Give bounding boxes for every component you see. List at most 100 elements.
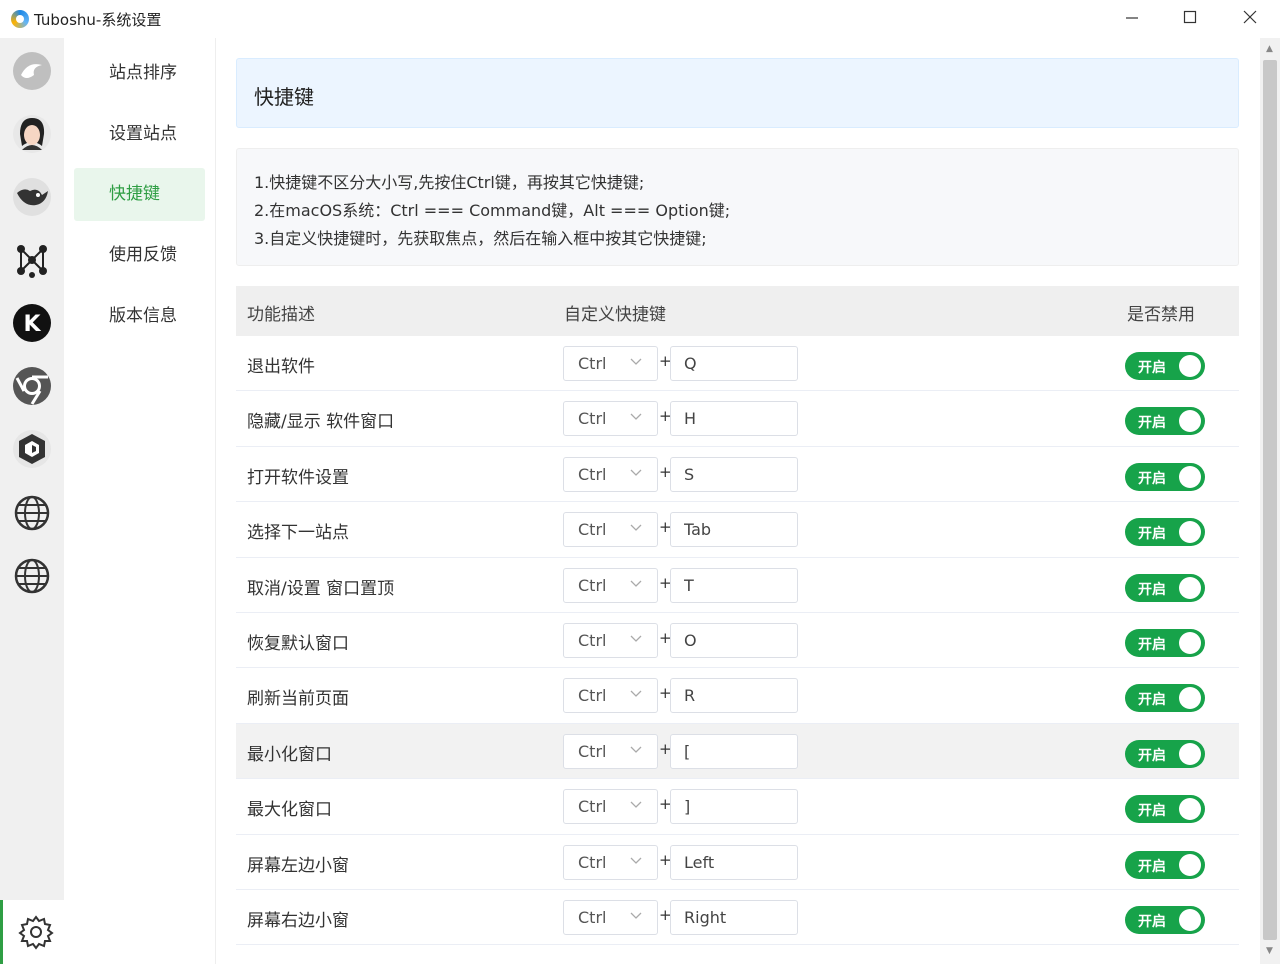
switch-label: 开启 bbox=[1138, 360, 1166, 376]
shortcut-description: 屏幕右边小窗 bbox=[247, 910, 349, 931]
app-logo-icon bbox=[11, 10, 29, 28]
chevron-down-icon bbox=[630, 854, 642, 869]
cube-site-icon[interactable] bbox=[12, 429, 52, 469]
enable-switch[interactable]: 开启 bbox=[1125, 628, 1205, 657]
tip-line: 3.自定义快捷键时，先获取焦点，然后在输入框中按其它快捷键; bbox=[254, 229, 707, 248]
chrome-site-icon[interactable] bbox=[12, 366, 52, 406]
shortcut-key-input[interactable] bbox=[670, 567, 798, 603]
main-content: 快捷键 1.快捷键不区分大小写,先按住Ctrl键，再按其它快捷键; 2.在mac… bbox=[216, 38, 1260, 964]
globe-site-icon[interactable] bbox=[12, 493, 52, 533]
gear-icon bbox=[18, 915, 54, 950]
shortcut-description: 取消/设置 窗口置顶 bbox=[247, 578, 395, 599]
modifier-value: Ctrl bbox=[578, 630, 607, 650]
settings-button[interactable] bbox=[0, 900, 64, 964]
shortcut-description: 屏幕左边小窗 bbox=[247, 855, 349, 876]
globe-site-icon-2[interactable] bbox=[12, 556, 52, 596]
switch-knob bbox=[1179, 410, 1201, 433]
modifier-select[interactable]: Ctrl bbox=[563, 678, 658, 714]
switch-knob bbox=[1179, 576, 1201, 599]
modifier-select[interactable]: Ctrl bbox=[563, 899, 658, 935]
shortcut-key-input[interactable] bbox=[670, 512, 798, 548]
modifier-select[interactable]: Ctrl bbox=[563, 567, 658, 603]
enable-switch[interactable]: 开启 bbox=[1125, 462, 1205, 491]
modifier-value: Ctrl bbox=[578, 686, 607, 706]
menu-item-feedback[interactable]: 使用反馈 bbox=[74, 229, 205, 282]
chevron-down-icon bbox=[630, 577, 642, 592]
enable-switch[interactable]: 开启 bbox=[1125, 573, 1205, 602]
shortcut-description: 打开软件设置 bbox=[247, 467, 349, 488]
scroll-thumb[interactable] bbox=[1263, 60, 1277, 940]
modifier-value: Ctrl bbox=[578, 520, 607, 540]
network-site-icon[interactable] bbox=[12, 240, 52, 280]
modifier-select[interactable]: Ctrl bbox=[563, 844, 658, 880]
header-desc: 功能描述 bbox=[247, 305, 315, 325]
enable-switch[interactable]: 开启 bbox=[1125, 407, 1205, 436]
table-row: 屏幕左边小窗 Ctrl + 开启 bbox=[236, 834, 1239, 890]
shortcut-key-input[interactable] bbox=[670, 733, 798, 769]
avatar-site-icon[interactable] bbox=[12, 114, 52, 154]
shortcut-key-input[interactable] bbox=[670, 456, 798, 492]
switch-knob bbox=[1179, 742, 1201, 765]
scrollbar[interactable]: ▲ ▼ bbox=[1260, 38, 1280, 964]
svg-text:K: K bbox=[23, 312, 41, 337]
header-enabled: 是否禁用 bbox=[1127, 305, 1195, 325]
shortcut-key-input[interactable] bbox=[670, 346, 798, 381]
enable-switch[interactable]: 开启 bbox=[1125, 795, 1205, 824]
enable-switch[interactable]: 开启 bbox=[1125, 850, 1205, 879]
page-header: 快捷键 bbox=[236, 58, 1239, 128]
enable-switch[interactable]: 开启 bbox=[1125, 739, 1205, 768]
enable-switch[interactable]: 开启 bbox=[1125, 518, 1205, 547]
k-site-icon[interactable]: K bbox=[12, 303, 52, 343]
modifier-select[interactable]: Ctrl bbox=[563, 346, 658, 381]
table-row: 取消/设置 窗口置顶 Ctrl + 开启 bbox=[236, 557, 1239, 613]
enable-switch[interactable]: 开启 bbox=[1125, 684, 1205, 713]
menu-item-shortcuts[interactable]: 快捷键 bbox=[74, 168, 205, 221]
switch-label: 开启 bbox=[1138, 858, 1166, 875]
table-body: 退出软件 Ctrl + 开启 隐藏/显示 软件窗口 Ctrl + 开启 打开软件… bbox=[236, 336, 1239, 946]
chevron-down-icon bbox=[630, 909, 642, 924]
modifier-select[interactable]: Ctrl bbox=[563, 512, 658, 548]
close-button[interactable] bbox=[1228, 4, 1272, 34]
table-row: 屏幕右边小窗 Ctrl + 开启 bbox=[236, 889, 1239, 946]
chevron-down-icon bbox=[630, 521, 642, 536]
modifier-select[interactable]: Ctrl bbox=[563, 733, 658, 769]
modifier-value: Ctrl bbox=[578, 907, 607, 927]
menu-item-version-info[interactable]: 版本信息 bbox=[74, 290, 205, 343]
minimize-icon bbox=[1126, 17, 1138, 19]
menu-item-site-order[interactable]: 站点排序 bbox=[74, 47, 205, 100]
scroll-up-icon[interactable]: ▲ bbox=[1266, 44, 1273, 54]
scroll-down-icon[interactable]: ▼ bbox=[1266, 946, 1273, 956]
switch-label: 开启 bbox=[1138, 636, 1166, 653]
minimize-button[interactable] bbox=[1110, 4, 1154, 34]
shortcut-key-input[interactable] bbox=[670, 844, 798, 880]
shortcut-key-input[interactable] bbox=[670, 622, 798, 658]
enable-switch[interactable]: 开启 bbox=[1125, 905, 1205, 934]
shortcut-description: 刷新当前页面 bbox=[247, 689, 349, 710]
table-row: 最小化窗口 Ctrl + 开启 bbox=[236, 723, 1239, 780]
table-row: 刷新当前页面 Ctrl + 开启 bbox=[236, 668, 1239, 724]
modifier-select[interactable]: Ctrl bbox=[563, 622, 658, 658]
modifier-select[interactable]: Ctrl bbox=[563, 456, 658, 492]
switch-label: 开启 bbox=[1138, 913, 1166, 930]
shortcut-key-input[interactable] bbox=[670, 789, 798, 825]
menu-item-site-settings[interactable]: 设置站点 bbox=[74, 108, 205, 161]
maximize-button[interactable] bbox=[1168, 4, 1212, 34]
shortcut-key-input[interactable] bbox=[670, 899, 798, 935]
switch-knob bbox=[1179, 687, 1201, 710]
title-bar: Tuboshu-系统设置 bbox=[0, 0, 1280, 38]
modifier-value: Ctrl bbox=[578, 354, 607, 373]
shortcut-key-input[interactable] bbox=[670, 401, 798, 437]
close-icon bbox=[1243, 10, 1257, 24]
page-title: 快捷键 bbox=[254, 85, 314, 109]
modifier-select[interactable]: Ctrl bbox=[563, 401, 658, 437]
switch-knob bbox=[1179, 355, 1201, 377]
switch-label: 开启 bbox=[1138, 692, 1166, 709]
switch-label: 开启 bbox=[1138, 415, 1166, 432]
tip-line: 2.在macOS系统：Ctrl === Command键，Alt === Opt… bbox=[254, 201, 731, 220]
site-1-icon[interactable] bbox=[12, 51, 52, 91]
switch-label: 开启 bbox=[1138, 803, 1166, 820]
enable-switch[interactable]: 开启 bbox=[1125, 352, 1205, 380]
shortcut-key-input[interactable] bbox=[670, 678, 798, 714]
bird-site-icon[interactable] bbox=[12, 177, 52, 217]
modifier-select[interactable]: Ctrl bbox=[563, 789, 658, 825]
